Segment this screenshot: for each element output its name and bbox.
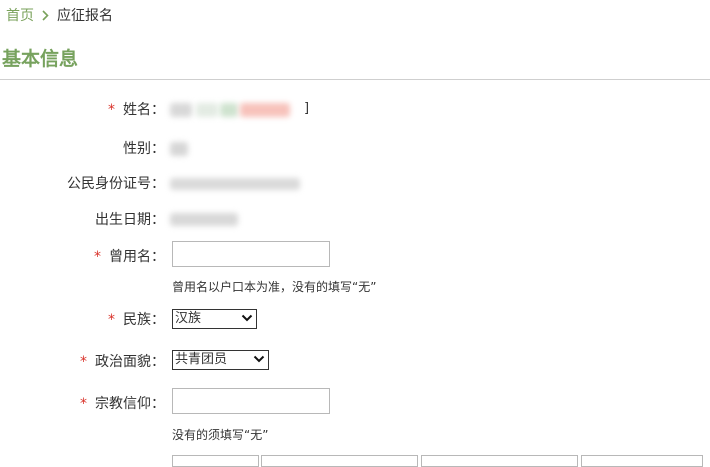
partial-input-3[interactable]	[421, 455, 578, 467]
name-row: * 姓名： ]	[0, 98, 710, 122]
partial-input-1[interactable]	[172, 455, 259, 467]
required-mark: *	[108, 102, 115, 118]
political-status-select[interactable]: 共青团员	[172, 350, 269, 370]
gender-row: 性别：	[0, 137, 710, 161]
breadcrumb-current: 应征报名	[57, 8, 113, 24]
breadcrumb-home-link[interactable]: 首页	[6, 5, 34, 25]
partial-input-4[interactable]	[581, 455, 703, 467]
ethnicity-select[interactable]: 汉族	[172, 309, 257, 329]
partial-input-2[interactable]	[261, 455, 418, 467]
section-title: 基本信息	[2, 48, 79, 70]
religion-row: * 宗教信仰：	[0, 392, 710, 416]
political-status-row: * 政治面貌：	[0, 350, 710, 374]
required-mark: *	[94, 249, 101, 265]
chevron-right-icon	[42, 9, 49, 21]
religion-hint: 没有的须填写“无”	[172, 428, 269, 442]
name-label: * 姓名：	[108, 102, 165, 118]
required-mark: *	[80, 354, 87, 370]
religion-label: * 宗教信仰：	[80, 396, 165, 412]
ethnicity-selected-value: 汉族	[175, 311, 202, 326]
birth-date-row: 出生日期：	[0, 208, 710, 232]
section-divider	[0, 79, 710, 80]
birth-date-label: 出生日期：	[95, 212, 165, 228]
chevron-down-icon	[241, 312, 253, 330]
former-name-hint: 曾用名以户口本为准，没有的填写“无”	[172, 280, 377, 294]
name-trailing-bracket: ]	[304, 101, 310, 116]
required-mark: *	[108, 312, 115, 328]
gender-label: 性别：	[123, 141, 165, 157]
ethnicity-label: * 民族：	[108, 312, 165, 328]
former-name-row: * 曾用名：	[0, 245, 710, 269]
required-mark: *	[80, 396, 87, 412]
former-name-label: * 曾用名：	[94, 249, 165, 265]
religion-input[interactable]	[172, 388, 330, 414]
breadcrumb: 首页 应征报名	[6, 5, 113, 25]
ethnicity-row: * 民族：	[0, 308, 710, 332]
political-status-label: * 政治面貌：	[80, 354, 165, 370]
former-name-input[interactable]	[172, 241, 330, 267]
political-status-selected-value: 共青团员	[175, 352, 228, 367]
chevron-down-icon	[253, 353, 265, 371]
id-number-row: 公民身份证号：	[0, 172, 710, 196]
id-number-label: 公民身份证号：	[67, 176, 165, 192]
